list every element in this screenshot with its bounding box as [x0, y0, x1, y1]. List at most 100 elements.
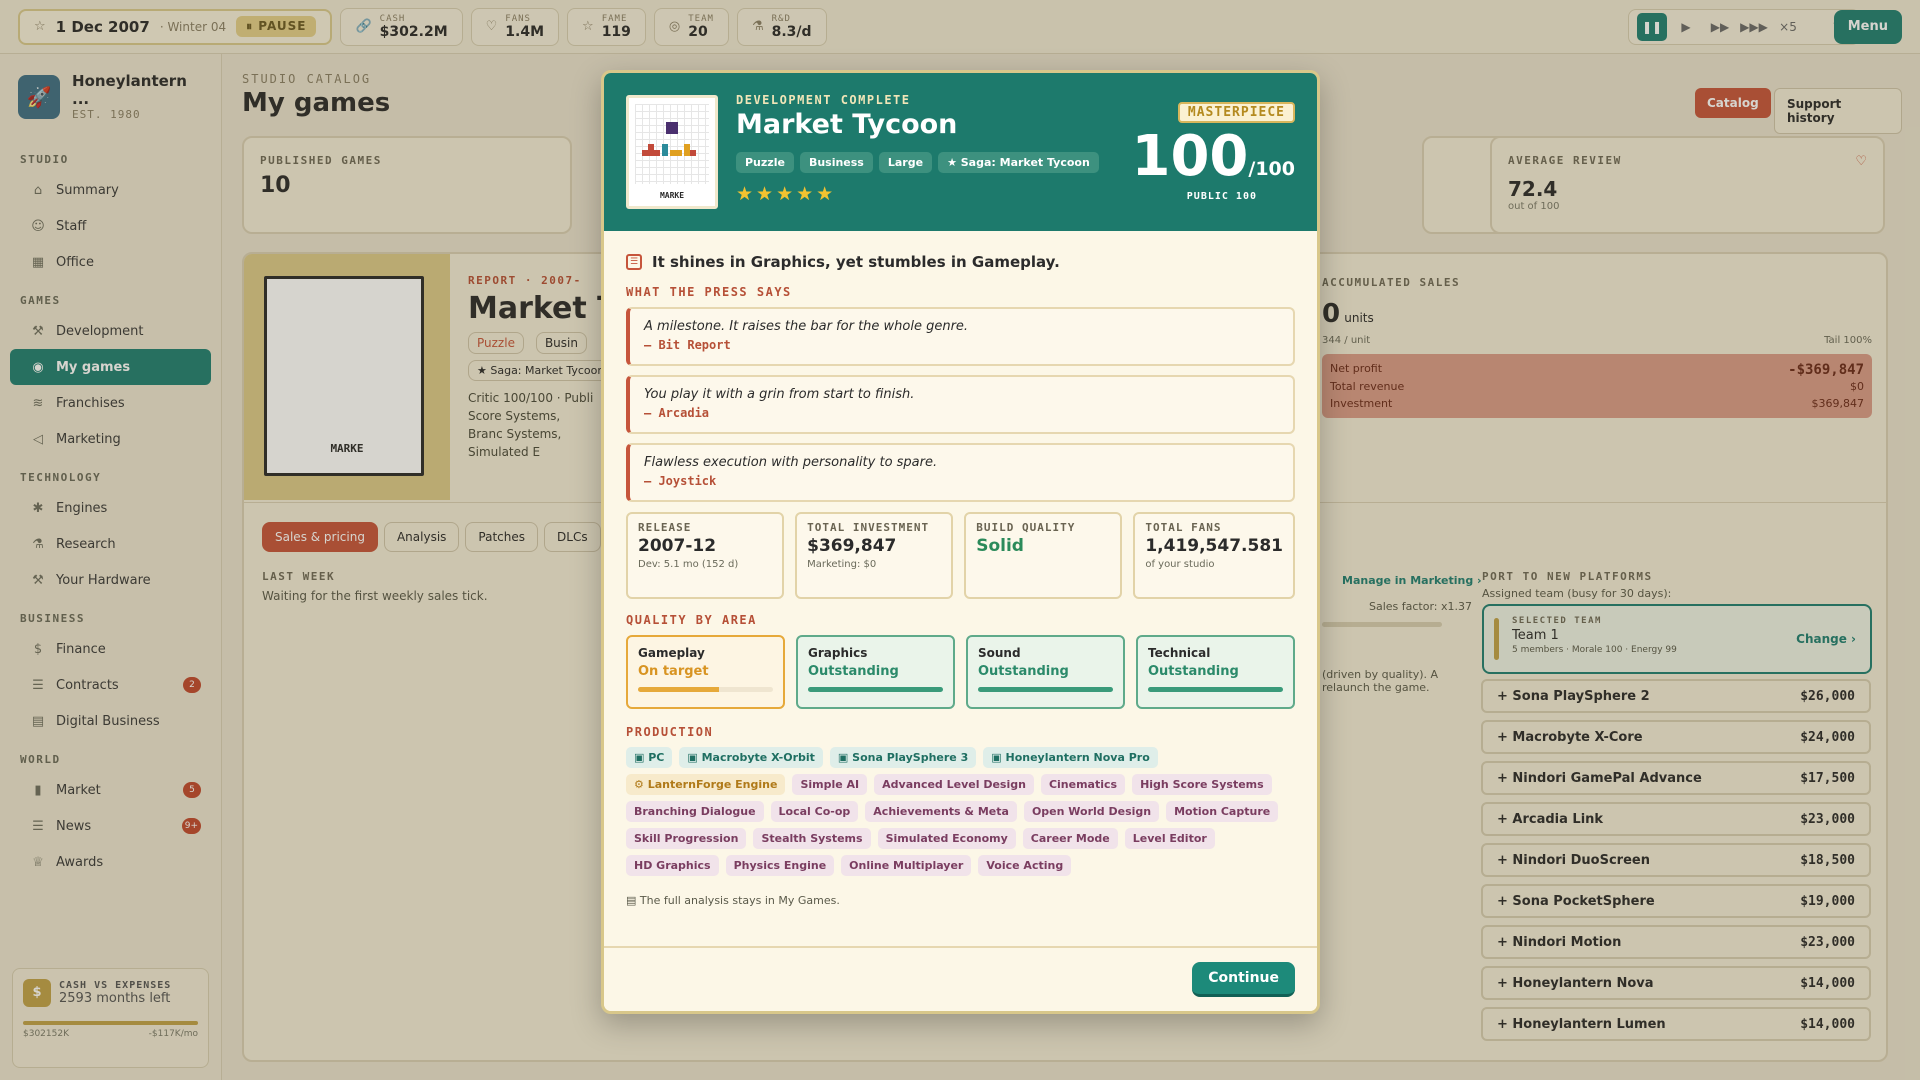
- modal-eyebrow: DEVELOPMENT COMPLETE: [736, 93, 911, 107]
- quote-text: Flawless execution with personality to s…: [644, 455, 938, 470]
- quality-bar-fill: [808, 687, 943, 692]
- kpi-label: BUILD QUALITY: [976, 521, 1076, 534]
- quality-status: Outstanding: [978, 664, 1069, 679]
- feature-chip: Achievements & Meta: [865, 801, 1017, 822]
- development-complete-modal: MARKE DEVELOPMENT COMPLETE Market Tycoon…: [601, 70, 1320, 1014]
- feature-chip: Online Multiplayer: [841, 855, 972, 876]
- kpi-sub: of your studio: [1145, 559, 1215, 570]
- public-score: PUBLIC 100: [1186, 191, 1257, 202]
- gamepad-icon: ▣: [837, 751, 853, 764]
- quote-text: A milestone. It raises the bar for the w…: [644, 319, 969, 334]
- gear-icon: ⚙: [634, 778, 648, 791]
- kpi-value: $369,847: [807, 536, 897, 556]
- feature-chip: Level Editor: [1124, 828, 1215, 849]
- engine-name: LanternForge Engine: [647, 778, 778, 791]
- platform-name: PC: [648, 751, 665, 764]
- feature-chip: Career Mode: [1022, 828, 1118, 849]
- kpi-release: RELEASE 2007-12 Dev: 5.1 mo (152 d): [626, 512, 785, 599]
- kpi-value: 2007-12: [638, 536, 717, 556]
- kpi-value: Solid: [976, 536, 1024, 556]
- quality-bar: [808, 687, 943, 692]
- platform-chip: ▣ PC: [626, 747, 673, 768]
- quality-label: QUALITY BY AREA: [626, 613, 757, 627]
- production-label: PRODUCTION: [626, 725, 714, 739]
- feature-chip: Cinematics: [1040, 774, 1126, 795]
- continue-button[interactable]: Continue: [1192, 962, 1295, 997]
- press-quotes: A milestone. It raises the bar for the w…: [626, 307, 1295, 502]
- rating-stars: ★★★★★: [736, 183, 837, 205]
- quality-bar: [978, 687, 1113, 692]
- game-tag: Large: [878, 152, 933, 173]
- feature-chip: Local Co-op: [770, 801, 859, 822]
- verdict: ☰ It shines in Graphics, yet stumbles in…: [626, 253, 1295, 271]
- kpi-build-quality: BUILD QUALITY Solid: [964, 512, 1123, 599]
- press-quote: You play it with a grin from start to fi…: [626, 375, 1295, 434]
- info-icon: ▤: [626, 894, 640, 907]
- verdict-text: It shines in Graphics, yet stumbles in G…: [652, 253, 1060, 271]
- quality-name: Graphics: [808, 646, 868, 660]
- feature-chip: Stealth Systems: [753, 828, 871, 849]
- game-tag: ★ Saga: Market Tycoon: [938, 152, 1099, 173]
- quality-gameplay: Gameplay On target: [626, 635, 785, 709]
- feature-chip: Simulated Economy: [877, 828, 1016, 849]
- modal-body: ☰ It shines in Graphics, yet stumbles in…: [604, 253, 1317, 907]
- report-icon: ☰: [626, 254, 642, 270]
- feature-chip: Simple AI: [792, 774, 868, 795]
- analysis-note: ▤ The full analysis stays in My Games.: [626, 894, 840, 907]
- kpi-label: TOTAL FANS: [1145, 521, 1222, 534]
- quality-technical: Technical Outstanding: [1136, 635, 1295, 709]
- platform-chip: ▣ Honeylantern Nova Pro: [983, 747, 1158, 768]
- game-tag: Puzzle: [736, 152, 794, 173]
- feature-chip: HD Graphics: [626, 855, 719, 876]
- press-quote: A milestone. It raises the bar for the w…: [626, 307, 1295, 366]
- feature-chip: Motion Capture: [1166, 801, 1279, 822]
- quality-row: Gameplay On target Graphics Outstanding Soun…: [626, 635, 1295, 709]
- modal-footer: Continue: [604, 946, 1317, 1011]
- quality-name: Gameplay: [638, 646, 705, 660]
- game-tag: Business: [799, 152, 873, 173]
- production-chips: ▣ PC ▣ Macrobyte X-Orbit ▣ Sona PlaySphere…: [626, 747, 1295, 876]
- kpi-total-fans: TOTAL FANS 1,419,547.581 of your studio: [1133, 512, 1295, 599]
- quote-source: — Joystick: [644, 474, 717, 488]
- modal-cover-title: MARKE: [659, 191, 685, 200]
- quality-name: Sound: [978, 646, 1021, 660]
- platform-chip: ▣ Sona PlaySphere 3: [829, 747, 977, 768]
- platform-name: Sona PlaySphere 3: [852, 751, 969, 764]
- score-max: /100: [1248, 158, 1295, 180]
- quality-status: On target: [638, 664, 709, 679]
- quality-status: Outstanding: [1148, 664, 1239, 679]
- modal-title: Market Tycoon: [736, 109, 958, 140]
- quality-sound: Sound Outstanding: [966, 635, 1125, 709]
- platform-name: Macrobyte X-Orbit: [701, 751, 815, 764]
- quality-bar: [638, 687, 773, 692]
- feature-chip: Physics Engine: [725, 855, 835, 876]
- quality-name: Technical: [1148, 646, 1211, 660]
- feature-chip: Advanced Level Design: [874, 774, 1034, 795]
- engine-chip: ⚙ LanternForge Engine: [626, 774, 786, 795]
- platform-name: Honeylantern Nova Pro: [1005, 751, 1150, 764]
- gamepad-icon: ▣: [991, 751, 1006, 764]
- quality-graphics: Graphics Outstanding: [796, 635, 955, 709]
- feature-chip: Skill Progression: [626, 828, 747, 849]
- kpi-label: TOTAL INVESTMENT: [807, 521, 930, 534]
- quality-status: Outstanding: [808, 664, 899, 679]
- quote-source: — Bit Report: [644, 338, 731, 352]
- kpi-sub: Marketing: $0: [807, 559, 877, 570]
- kpi-sub: Dev: 5.1 mo (152 d): [638, 559, 739, 570]
- kpi-value: 1,419,547.581: [1145, 536, 1283, 556]
- quality-bar-fill: [1148, 687, 1283, 692]
- feature-chip: High Score Systems: [1132, 774, 1272, 795]
- score-value: 100: [1131, 124, 1249, 189]
- quality-bar-fill: [978, 687, 1113, 692]
- critic-score: 100 /100: [1131, 129, 1295, 185]
- feature-chip: Open World Design: [1023, 801, 1160, 822]
- platform-chip: ▣ Macrobyte X-Orbit: [679, 747, 823, 768]
- gamepad-icon: ▣: [687, 751, 702, 764]
- feature-chip: Voice Acting: [978, 855, 1072, 876]
- quote-text: You play it with a grin from start to fi…: [644, 387, 915, 402]
- modal-game-cover: MARKE: [626, 95, 718, 209]
- masterpiece-badge: MASTERPIECE: [1177, 102, 1295, 123]
- quality-bar-fill: [638, 687, 719, 692]
- quality-bar: [1148, 687, 1283, 692]
- quote-source: — Arcadia: [644, 406, 710, 420]
